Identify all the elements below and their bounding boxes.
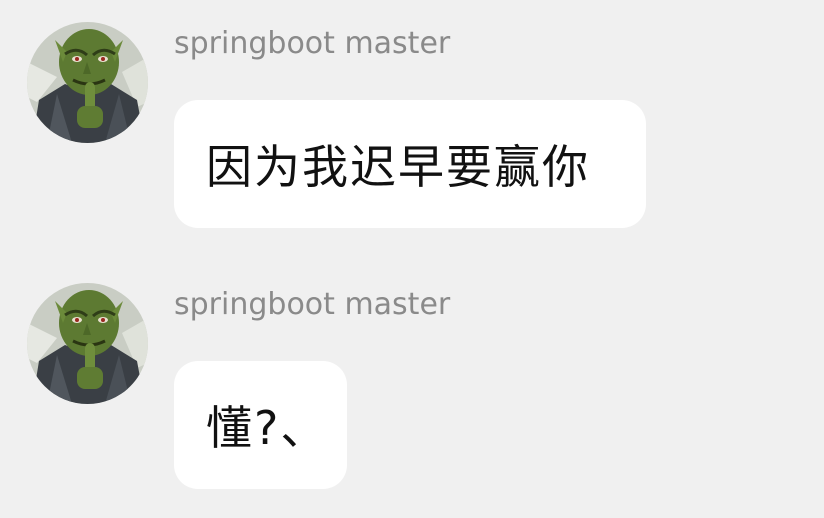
sender-name: springboot master xyxy=(174,287,451,322)
message-bubble[interactable]: 因为我迟早要赢你 xyxy=(174,100,646,228)
message-bubble[interactable]: 懂?、 xyxy=(174,361,347,489)
sender-name: springboot master xyxy=(174,26,451,61)
goblin-avatar-icon[interactable] xyxy=(27,283,148,404)
message-text: 因为我迟早要赢你 xyxy=(206,140,590,194)
message-text: 懂?、 xyxy=(206,401,329,455)
goblin-avatar-icon[interactable] xyxy=(27,22,148,143)
